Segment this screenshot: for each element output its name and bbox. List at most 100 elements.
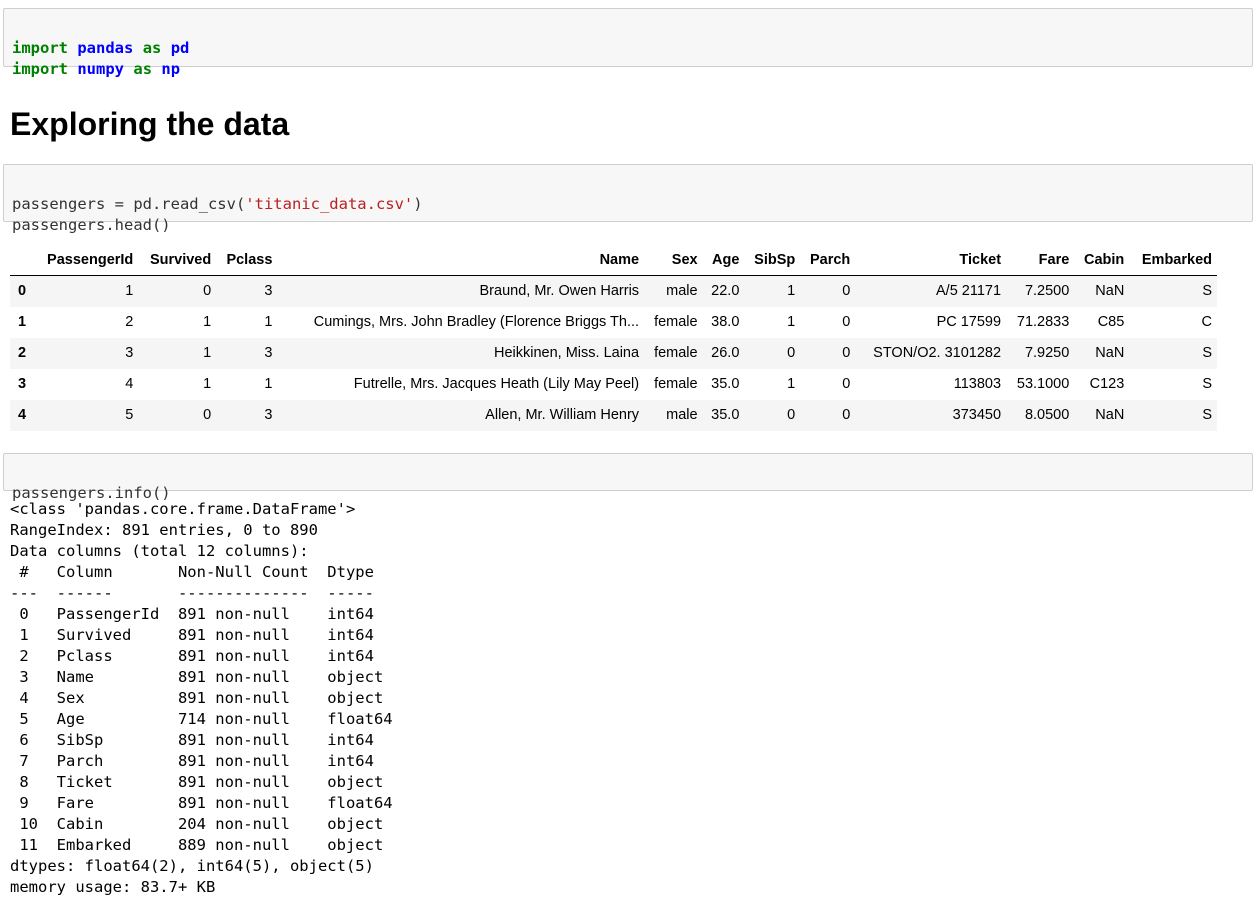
table-cell: Braund, Mr. Owen Harris bbox=[479, 283, 640, 300]
keyword: as bbox=[133, 60, 153, 78]
table-cell: C85 bbox=[1097, 314, 1125, 330]
table-cell: 0 bbox=[787, 407, 796, 423]
code-cell-info[interactable]: passengers.info() bbox=[3, 453, 1253, 502]
table-row: 4 5 0 3 Allen, Mr. William Henry male 35… bbox=[10, 399, 1217, 431]
column-header: Survived bbox=[138, 245, 217, 276]
table-row: 2 3 1 3 Heikkinen, Miss. Laina female 26… bbox=[10, 337, 1217, 369]
table-cell: 1 bbox=[264, 376, 273, 392]
column-header: Cabin bbox=[1074, 245, 1130, 276]
code-text: passengers.head() bbox=[12, 216, 171, 234]
table-cell: 35.0 bbox=[711, 407, 740, 423]
column-header: Embarked bbox=[1129, 245, 1217, 276]
dataframe-table: PassengerId Survived Pclass Name Sex Age… bbox=[10, 245, 1217, 431]
info-output: <class 'pandas.core.frame.DataFrame'> Ran… bbox=[10, 499, 393, 898]
table-cell: 1 bbox=[264, 314, 273, 330]
output-line: 8 Ticket 891 non-null object bbox=[10, 773, 393, 791]
table-cell: 113803 bbox=[953, 376, 1002, 392]
column-header: Age bbox=[702, 245, 745, 276]
table-cell: C bbox=[1201, 314, 1212, 330]
table-cell: 0 bbox=[842, 345, 851, 361]
table-cell: 3 bbox=[264, 345, 273, 361]
table-cell: male bbox=[666, 407, 698, 423]
code-line: import pandas as pd bbox=[12, 38, 1244, 59]
row-index: 3 bbox=[18, 376, 27, 392]
table-cell: 0 bbox=[842, 407, 851, 423]
table-cell: 53.1000 bbox=[1016, 376, 1070, 392]
table-cell: C123 bbox=[1089, 376, 1125, 392]
table-cell: 0 bbox=[842, 314, 851, 330]
column-header: PassengerId bbox=[33, 245, 139, 276]
keyword: import bbox=[12, 39, 68, 57]
table-cell: 38.0 bbox=[711, 314, 740, 330]
code-cell-read-csv[interactable]: passengers = pd.read_csv('titanic_data.c… bbox=[3, 164, 1253, 234]
table-header-row: PassengerId Survived Pclass Name Sex Age… bbox=[10, 245, 1217, 276]
table-cell: Heikkinen, Miss. Laina bbox=[493, 345, 640, 361]
code-cell-imports[interactable]: import pandas as pd import numpy as np bbox=[3, 8, 1253, 78]
table-cell: NaN bbox=[1095, 345, 1125, 361]
table-cell: 22.0 bbox=[711, 283, 740, 300]
table-cell: S bbox=[1202, 407, 1212, 423]
output-line: 11 Embarked 889 non-null object bbox=[10, 836, 393, 854]
table-cell: 7.9250 bbox=[1024, 345, 1070, 361]
table-row: 0 1 0 3 Braund, Mr. Owen Harris male 22.… bbox=[10, 275, 1217, 307]
column-header: SibSp bbox=[744, 245, 801, 276]
keyword: import bbox=[12, 60, 68, 78]
table-cell: 0 bbox=[203, 283, 212, 300]
table-cell: 3 bbox=[264, 407, 273, 423]
table-cell: 1 bbox=[203, 345, 212, 361]
table-cell: PC 17599 bbox=[936, 314, 1002, 330]
code-line: passengers = pd.read_csv('titanic_data.c… bbox=[12, 194, 1244, 215]
table-cell: 7.2500 bbox=[1024, 283, 1070, 300]
output-line: 7 Parch 891 non-null int64 bbox=[10, 752, 393, 770]
code-text: ) bbox=[413, 195, 423, 213]
table-cell: 35.0 bbox=[711, 376, 740, 392]
table-cell: S bbox=[1202, 283, 1212, 300]
table-cell: NaN bbox=[1095, 283, 1125, 300]
output-line: 10 Cabin 204 non-null object bbox=[10, 815, 393, 833]
module-alias: pd bbox=[170, 39, 190, 57]
row-index: 1 bbox=[18, 314, 27, 330]
table-cell: female bbox=[654, 314, 698, 330]
table-cell: STON/O2. 3101282 bbox=[873, 345, 1002, 361]
module-alias: np bbox=[161, 60, 181, 78]
column-header: Fare bbox=[1006, 245, 1075, 276]
table-cell: 5 bbox=[125, 407, 134, 423]
table-cell: 3 bbox=[264, 283, 273, 300]
output-line: 1 Survived 891 non-null int64 bbox=[10, 626, 393, 644]
row-index: 4 bbox=[18, 407, 27, 423]
output-line: 9 Fare 891 non-null float64 bbox=[10, 794, 393, 812]
table-cell: 373450 bbox=[952, 407, 1002, 423]
output-line: Data columns (total 12 columns): bbox=[10, 542, 309, 560]
column-header: Name bbox=[277, 245, 645, 276]
output-line: memory usage: 83.7+ KB bbox=[10, 878, 216, 896]
table-cell: S bbox=[1202, 345, 1212, 361]
output-line: 0 PassengerId 891 non-null int64 bbox=[10, 605, 393, 623]
output-line: 4 Sex 891 non-null object bbox=[10, 689, 393, 707]
output-line: RangeIndex: 891 entries, 0 to 890 bbox=[10, 521, 318, 539]
row-index: 2 bbox=[18, 345, 27, 361]
table-cell: 26.0 bbox=[711, 345, 740, 361]
table-cell: 0 bbox=[842, 376, 851, 392]
markdown-heading: Exploring the data bbox=[10, 106, 290, 142]
table-cell: 4 bbox=[125, 376, 134, 392]
table-cell: 71.2833 bbox=[1016, 314, 1070, 330]
table-cell: 3 bbox=[125, 345, 134, 361]
table-row: 3 4 1 1 Futrelle, Mrs. Jacques Heath (Li… bbox=[10, 369, 1217, 400]
table-cell: 1 bbox=[125, 283, 134, 300]
table-cell: Futrelle, Mrs. Jacques Heath (Lily May P… bbox=[353, 376, 640, 392]
column-header: Sex bbox=[644, 245, 703, 276]
table-row: 1 2 1 1 Cumings, Mrs. John Bradley (Flor… bbox=[10, 307, 1217, 338]
table-cell: 8.0500 bbox=[1024, 407, 1070, 423]
output-line: --- ------ -------------- ----- bbox=[10, 584, 393, 602]
keyword: as bbox=[142, 39, 162, 57]
module-name: numpy bbox=[77, 60, 125, 78]
output-line: 3 Name 891 non-null object bbox=[10, 668, 393, 686]
table-cell: NaN bbox=[1095, 407, 1125, 423]
output-line: # Column Non-Null Count Dtype bbox=[10, 563, 393, 581]
column-header: Parch bbox=[800, 245, 856, 276]
output-line: dtypes: float64(2), int64(5), object(5) bbox=[10, 857, 374, 875]
table-cell: 1 bbox=[203, 314, 212, 330]
table-cell: S bbox=[1202, 376, 1212, 392]
table-cell: Allen, Mr. William Henry bbox=[485, 407, 640, 423]
column-header: Ticket bbox=[855, 245, 1007, 276]
